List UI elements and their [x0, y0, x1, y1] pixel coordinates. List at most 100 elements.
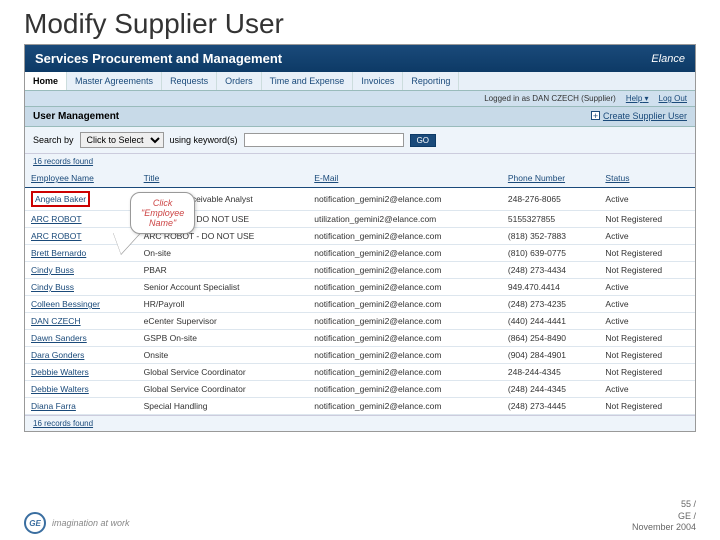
logged-in-text: Logged in as DAN CZECH (Supplier) [484, 94, 616, 103]
title-cell: GSPB On-site [138, 330, 309, 347]
table-row: Cindy BussPBARnotification_gemini2@elanc… [25, 262, 695, 279]
phone-cell: (248) 273-4235 [502, 296, 600, 313]
status-cell: Active [599, 228, 695, 245]
go-button[interactable]: GO [410, 134, 436, 147]
status-cell: Not Registered [599, 211, 695, 228]
col-status[interactable]: Status [599, 169, 695, 188]
employee-name-link[interactable]: Colleen Bessinger [25, 296, 138, 313]
email-cell: notification_gemini2@elance.com [308, 228, 502, 245]
records-found-top[interactable]: 16 records found [25, 153, 695, 169]
employee-name-link[interactable]: Cindy Buss [25, 279, 138, 296]
table-row: Diana FarraSpecial Handlingnotification_… [25, 398, 695, 415]
employee-name-link[interactable]: Dara Gonders [25, 347, 138, 364]
title-cell: HR/Payroll [138, 296, 309, 313]
status-cell: Active [599, 188, 695, 211]
status-cell: Not Registered [599, 245, 695, 262]
phone-cell: (904) 284-4901 [502, 347, 600, 364]
employee-name-link[interactable]: Dawn Sanders [25, 330, 138, 347]
employee-name-link[interactable]: Diana Farra [25, 398, 138, 415]
footer-org: GE / [632, 511, 696, 523]
phone-cell: (864) 254-8490 [502, 330, 600, 347]
table-row: DAN CZECHeCenter Supervisornotification_… [25, 313, 695, 330]
logout-link[interactable]: Log Out [659, 94, 687, 103]
footer-date: November 2004 [632, 522, 696, 534]
col-title[interactable]: Title [138, 169, 309, 188]
email-cell: notification_gemini2@elance.com [308, 398, 502, 415]
tab-invoices[interactable]: Invoices [353, 72, 403, 90]
status-cell: Not Registered [599, 364, 695, 381]
title-cell: PBAR [138, 262, 309, 279]
phone-cell: (248) 244-4345 [502, 381, 600, 398]
status-cell: Active [599, 296, 695, 313]
tab-requests[interactable]: Requests [162, 72, 217, 90]
phone-cell: (440) 244-4441 [502, 313, 600, 330]
employee-name-link[interactable]: ARC ROBOT [25, 211, 138, 228]
help-link[interactable]: Help ▾ [626, 94, 649, 103]
phone-cell: 5155327855 [502, 211, 600, 228]
status-cell: Active [599, 313, 695, 330]
table-row: Cindy BussSenior Account Specialistnotif… [25, 279, 695, 296]
email-cell: notification_gemini2@elance.com [308, 381, 502, 398]
col-phone[interactable]: Phone Number [502, 169, 600, 188]
tab-master-agreements[interactable]: Master Agreements [67, 72, 162, 90]
employee-name-link[interactable]: Cindy Buss [25, 262, 138, 279]
search-label: Search by [33, 135, 74, 145]
status-cell: Not Registered [599, 347, 695, 364]
slide-title: Modify Supplier User [0, 0, 720, 44]
section-title: User Management [33, 111, 119, 122]
status-cell: Active [599, 279, 695, 296]
email-cell: notification_gemini2@elance.com [308, 188, 502, 211]
plus-icon: + [591, 111, 600, 120]
email-cell: notification_gemini2@elance.com [308, 347, 502, 364]
phone-cell: 248-276-8065 [502, 188, 600, 211]
search-input[interactable] [244, 133, 404, 147]
callout-bubble: Click "Employee Name" [130, 192, 195, 234]
nav-tabs: Home Master Agreements Requests Orders T… [25, 72, 695, 91]
phone-cell: (818) 352-7883 [502, 228, 600, 245]
section-header: User Management +Create Supplier User [25, 106, 695, 127]
table-row: Debbie WaltersGlobal Service Coordinator… [25, 364, 695, 381]
email-cell: notification_gemini2@elance.com [308, 296, 502, 313]
employee-name-link[interactable]: Angela Baker [25, 188, 138, 211]
title-cell: On-site [138, 245, 309, 262]
table-row: Dawn SandersGSPB On-sitenotification_gem… [25, 330, 695, 347]
status-cell: Not Registered [599, 330, 695, 347]
tab-reporting[interactable]: Reporting [403, 72, 459, 90]
app-header: Services Procurement and Management Elan… [25, 45, 695, 72]
table-row: Debbie WaltersGlobal Service Coordinator… [25, 381, 695, 398]
tab-time-expense[interactable]: Time and Expense [262, 72, 354, 90]
user-table: Employee Name Title E-Mail Phone Number … [25, 169, 695, 415]
title-cell: Global Service Coordinator [138, 381, 309, 398]
create-supplier-user-link[interactable]: +Create Supplier User [591, 111, 687, 122]
phone-cell: 949.470.4414 [502, 279, 600, 296]
table-row: ARC ROBOTARC ROBOT DO NOT USEutilization… [25, 211, 695, 228]
title-cell: Global Service Coordinator [138, 364, 309, 381]
email-cell: notification_gemini2@elance.com [308, 330, 502, 347]
status-cell: Not Registered [599, 262, 695, 279]
callout-tail [113, 232, 141, 254]
table-row: Angela BakerAccounts Receivable Analystn… [25, 188, 695, 211]
slide-footer: GE imagination at work 55 / GE / Novembe… [24, 499, 696, 534]
keywords-label: using keyword(s) [170, 135, 238, 145]
table-row: Dara GondersOnsitenotification_gemini2@e… [25, 347, 695, 364]
status-cell: Not Registered [599, 398, 695, 415]
title-cell: Special Handling [138, 398, 309, 415]
records-found-bottom[interactable]: 16 records found [25, 415, 695, 431]
employee-name-link[interactable]: Debbie Walters [25, 381, 138, 398]
sub-toolbar: Logged in as DAN CZECH (Supplier) Help ▾… [25, 91, 695, 106]
tab-orders[interactable]: Orders [217, 72, 262, 90]
title-cell: Senior Account Specialist [138, 279, 309, 296]
table-row: Colleen BessingerHR/Payrollnotification_… [25, 296, 695, 313]
phone-cell: 248-244-4345 [502, 364, 600, 381]
email-cell: notification_gemini2@elance.com [308, 262, 502, 279]
col-email[interactable]: E-Mail [308, 169, 502, 188]
employee-name-link[interactable]: DAN CZECH [25, 313, 138, 330]
email-cell: notification_gemini2@elance.com [308, 245, 502, 262]
col-employee-name[interactable]: Employee Name [25, 169, 138, 188]
ge-logo-icon: GE [24, 512, 46, 534]
tab-home[interactable]: Home [25, 72, 67, 90]
search-select[interactable]: Click to Select [80, 132, 164, 148]
employee-name-link[interactable]: Debbie Walters [25, 364, 138, 381]
footer-page: 55 / [632, 499, 696, 511]
email-cell: notification_gemini2@elance.com [308, 313, 502, 330]
